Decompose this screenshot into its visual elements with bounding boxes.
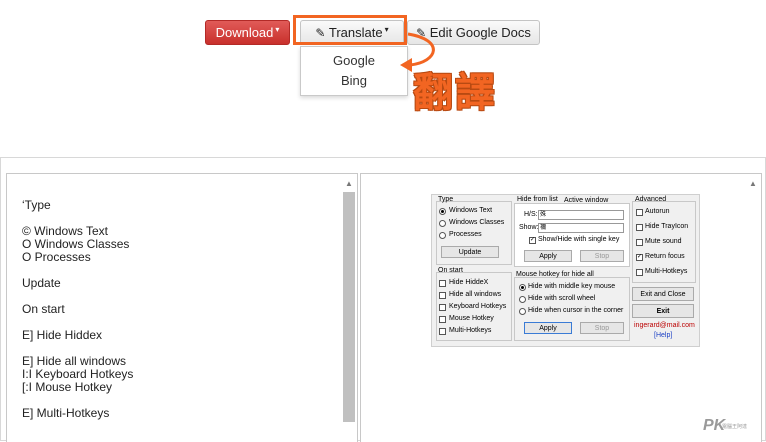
option-label: Keyboard Hotkeys bbox=[449, 303, 507, 310]
mouse-hotkey-checkbox[interactable] bbox=[439, 316, 446, 323]
option-label: Autorun bbox=[645, 208, 670, 215]
text-line: E] Hide all windows bbox=[22, 354, 127, 368]
advanced-group-title: Advanced bbox=[635, 196, 667, 203]
exit-button[interactable]: Exit bbox=[632, 304, 694, 318]
option-label: Hide HiddeX bbox=[449, 279, 489, 286]
option-label: Windows Classes bbox=[449, 219, 505, 226]
text-line: E] Hide Hiddex bbox=[22, 328, 103, 342]
text-line: [:I Mouse Hotkey bbox=[22, 380, 113, 394]
image-panel: ▲ Type Windows Text Windows Classes Proc… bbox=[360, 173, 762, 442]
show-label: Show: bbox=[519, 224, 539, 231]
tab-hide-from-list[interactable]: Hide from list bbox=[517, 196, 558, 203]
watermark-subtext: 電腦王阿達 bbox=[722, 424, 748, 430]
option-label: Hide with scroll wheel bbox=[528, 295, 596, 302]
download-label: Download bbox=[215, 25, 274, 40]
hide-all-windows-checkbox[interactable] bbox=[439, 292, 446, 299]
option-label: Windows Text bbox=[449, 207, 493, 214]
hs-label: H/S: bbox=[524, 211, 538, 218]
text-line: ‘Type bbox=[22, 198, 51, 212]
option-label: Return focus bbox=[645, 253, 685, 260]
option-label: Hide with middle key mouse bbox=[528, 283, 616, 290]
text-line: © Windows Text bbox=[22, 224, 108, 238]
return-focus-checkbox[interactable]: ✓ bbox=[636, 254, 643, 261]
mouse-apply-button[interactable]: Apply bbox=[524, 322, 572, 334]
menu-item-bing[interactable]: Bing bbox=[301, 73, 407, 88]
apply-button[interactable]: Apply bbox=[524, 250, 572, 262]
radio-cursor-corner[interactable] bbox=[519, 308, 526, 315]
mouse-stop-button[interactable]: Stop bbox=[580, 322, 624, 334]
option-label: Mouse Hotkey bbox=[449, 315, 494, 322]
option-label: Processes bbox=[449, 231, 482, 238]
option-label: Mute sound bbox=[645, 238, 682, 245]
text-line: O Windows Classes bbox=[22, 237, 130, 251]
multi-hotkeys-checkbox[interactable] bbox=[636, 269, 643, 276]
ocr-text-panel: ‘Type © Windows Text O Windows Classes O… bbox=[6, 173, 358, 442]
text-line: O Processes bbox=[22, 250, 91, 264]
scroll-up-icon[interactable]: ▲ bbox=[747, 178, 759, 190]
scroll-thumb[interactable] bbox=[343, 192, 355, 422]
option-label: Hide TrayIcon bbox=[645, 223, 689, 230]
single-key-label: Show/Hide with single key bbox=[538, 236, 620, 243]
radio-middle-key[interactable] bbox=[519, 284, 526, 291]
single-key-checkbox[interactable]: ✓ bbox=[529, 237, 536, 244]
option-label: Multi-Hotkeys bbox=[645, 268, 688, 275]
help-link[interactable]: [Help] bbox=[654, 332, 672, 339]
keyboard-hotkeys-checkbox[interactable] bbox=[439, 304, 446, 311]
translate-annotation: 翻譯 bbox=[413, 70, 497, 116]
caret-down-icon: ▾ bbox=[275, 25, 280, 34]
edit-label: Edit Google Docs bbox=[429, 25, 531, 40]
radio-scroll-wheel[interactable] bbox=[519, 296, 526, 303]
text-line: I:I Keyboard Hotkeys bbox=[22, 367, 134, 381]
text-line: Update bbox=[22, 276, 61, 290]
radio-processes[interactable] bbox=[439, 232, 446, 239]
multi-hotkeys-checkbox[interactable] bbox=[439, 328, 446, 335]
email-link[interactable]: ingerard@mail.com bbox=[634, 322, 695, 329]
text-line: E] Multi-Hotkeys bbox=[22, 406, 110, 420]
vertical-scrollbar[interactable]: ▲ bbox=[747, 176, 759, 442]
toolbar: Download ▾ ✎ Translate ▾ ✎ Edit Google Doc… bbox=[0, 0, 766, 158]
hide-hiddex-checkbox[interactable] bbox=[439, 280, 446, 287]
autorun-checkbox[interactable] bbox=[636, 209, 643, 216]
vertical-scrollbar[interactable]: ▲ bbox=[343, 176, 355, 442]
download-button[interactable]: Download ▾ bbox=[205, 20, 290, 45]
stop-button[interactable]: Stop bbox=[580, 250, 624, 262]
text-line: On start bbox=[22, 302, 65, 316]
option-label: Hide when cursor in the corner bbox=[528, 307, 624, 314]
show-input[interactable]: 禰 bbox=[538, 223, 624, 233]
radio-windows-text[interactable] bbox=[439, 208, 446, 215]
hs-input[interactable]: 殊 bbox=[538, 210, 624, 220]
app-screenshot: Type Windows Text Windows Classes Proces… bbox=[431, 194, 700, 347]
update-button[interactable]: Update bbox=[441, 246, 499, 258]
option-label: Multi-Hotkeys bbox=[449, 327, 492, 334]
mute-sound-checkbox[interactable] bbox=[636, 239, 643, 246]
on-start-title: On start bbox=[438, 267, 463, 274]
tab-active-window[interactable]: Active window bbox=[564, 197, 608, 204]
hide-trayicon-checkbox[interactable] bbox=[636, 224, 643, 231]
option-label: Hide all windows bbox=[449, 291, 502, 298]
type-group-title: Type bbox=[438, 196, 454, 203]
exit-and-close-button[interactable]: Exit and Close bbox=[632, 287, 694, 301]
mouse-hotkey-title: Mouse hotkey for hide all bbox=[516, 271, 594, 278]
radio-windows-classes[interactable] bbox=[439, 220, 446, 227]
scroll-up-icon[interactable]: ▲ bbox=[343, 178, 355, 190]
